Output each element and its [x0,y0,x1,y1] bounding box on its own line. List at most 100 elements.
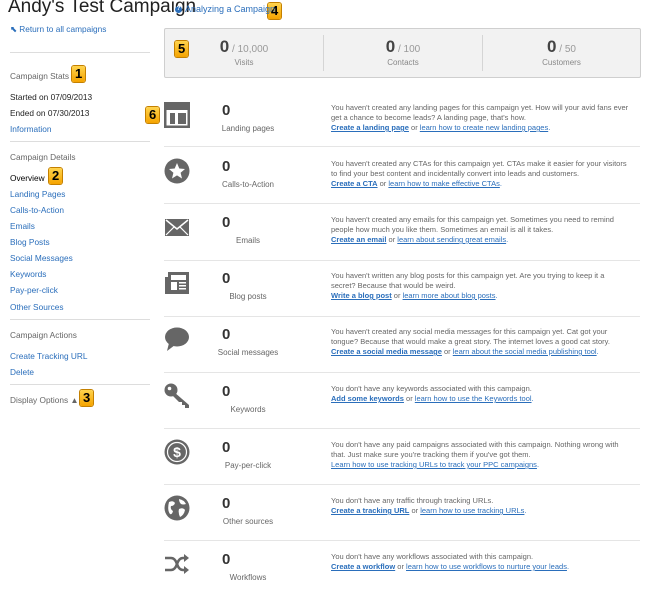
learn-blog-posts-link[interactable]: learn more about blog posts [403,291,496,300]
sidebar-item-other-sources[interactable]: Other Sources [10,302,64,312]
information-link[interactable]: Information [10,124,52,134]
sidebar-divider [10,319,150,320]
asset-label: Blog posts [229,292,267,301]
asset-label: Keywords [230,405,266,414]
asset-row-emails: 0 Emails You haven't created any emails … [164,214,640,270]
period-text: . [524,506,527,515]
or-text: or [377,179,389,188]
stats-header: Campaign Stats [10,71,70,81]
speech-bubble-icon [165,327,189,351]
asset-count: 0 [222,439,231,456]
annotation-badge: 2 [49,168,63,184]
create-social-message-link[interactable]: Create a social media message [331,347,442,356]
create-workflow-link[interactable]: Create a workflow [331,562,395,571]
asset-label: Emails [235,236,260,245]
stat-contacts-label: Contacts [387,58,419,67]
analyzing-campaign-link[interactable]: ? Analyzing a Campaign [175,4,275,14]
sidebar-item-blog-posts[interactable]: Blog Posts [10,237,50,247]
asset-description: You haven't written any blog posts for t… [331,271,631,301]
stat-customers-total: / 50 [559,44,576,55]
learn-tracking-urls-link[interactable]: learn how to use tracking URLs [420,506,524,515]
learn-workflows-link[interactable]: learn how to use workflows to nurture yo… [406,562,567,571]
sidebar-item-overview[interactable]: Overview [10,173,45,183]
learn-emails-link[interactable]: learn about sending great emails [397,235,506,244]
asset-label: Calls-to-Action [221,180,274,189]
actions-header: Campaign Actions [10,330,77,340]
create-email-link[interactable]: Create an email [331,235,386,244]
asset-count: 0 [222,495,231,512]
asset-row-blog-posts: 0 Blog posts You haven't written any blo… [164,270,640,326]
sidebar-item-emails[interactable]: Emails [10,221,35,231]
row-divider [164,540,640,541]
asset-count: 0 [222,102,231,119]
row-divider [164,316,640,317]
ended-date: Ended on 07/30/2013 [10,108,90,118]
asset-row-social-messages: 0 Social messages You haven't created an… [164,326,640,382]
asset-description-text: You haven't created any social media mes… [331,327,610,346]
return-link-label: Return to all campaigns [19,24,107,34]
sidebar-item-social-messages[interactable]: Social Messages [10,253,73,263]
asset-count: 0 [222,214,231,231]
sidebar-item-landing-pages[interactable]: Landing Pages [10,189,65,199]
period-text: . [536,460,540,469]
asset-count: 0 [222,158,231,175]
sidebar-item-keywords[interactable]: Keywords [10,269,46,279]
create-cta-link[interactable]: Create a CTA [331,179,378,188]
display-options-toggle[interactable]: Display Options ▲ [10,395,79,405]
sidebar-item-calls-to-action[interactable]: Calls-to-Action [10,205,64,215]
or-text: or [409,506,421,515]
row-divider [164,203,640,204]
period-text: . [566,562,570,571]
asset-description: You don't have any traffic through track… [331,496,631,516]
help-link-label: Analyzing a Campaign [185,4,276,14]
stat-contacts-value: 0 [385,37,396,56]
stat-customers-label: Customers [542,58,581,67]
stat-contacts: 0 / 100 Contacts [324,29,482,77]
learn-social-publishing-link[interactable]: learn about the social media publishing … [453,347,597,356]
asset-label: Other sources [222,517,274,526]
row-divider [164,372,640,373]
asset-description: You haven't created any CTAs for this ca… [331,159,631,189]
period-text: . [596,347,599,356]
learn-keywords-tool-link[interactable]: learn how to use the Keywords tool [415,394,532,403]
annotation-badge: 1 [72,66,86,82]
globe-icon [164,495,190,521]
back-arrow-icon: ⬉ [10,24,17,34]
asset-count: 0 [222,551,231,568]
asset-label: Social messages [217,348,279,357]
row-divider [164,146,640,147]
sidebar-item-pay-per-click[interactable]: Pay-per-click [10,285,58,295]
asset-description: You don't have any keywords associated w… [331,384,631,404]
page-title: Andy's Test Campaign [8,0,197,17]
learn-ppc-tracking-link[interactable]: Learn how to use tracking URLs to track … [331,460,537,469]
asset-description: You don't have any workflows associated … [331,552,631,572]
key-icon [164,383,189,408]
asset-description: You don't have any paid campaigns associ… [331,440,631,470]
sidebar-divider [10,384,150,385]
learn-ctas-link[interactable]: learn how to make effective CTAs [388,179,499,188]
asset-description-text: You haven't written any blog posts for t… [331,271,605,290]
delete-link[interactable]: Delete [10,367,34,377]
return-link[interactable]: ⬉ Return to all campaigns [10,24,106,34]
asset-description-text: You don't have any keywords associated w… [331,384,532,393]
asset-row-pay-per-click: $ 0 Pay-per-click You don't have any pai… [164,439,640,495]
blog-post-icon [165,272,189,294]
asset-description-text: You don't have any paid campaigns associ… [331,440,619,459]
asset-count: 0 [222,326,231,343]
asset-description: You haven't created any social media mes… [331,327,631,357]
asset-row-workflows: 0 Workflows You don't have any workflows… [164,551,640,607]
create-tracking-url-row-link[interactable]: Create a tracking URL [331,506,409,515]
row-divider [164,428,640,429]
asset-label: Pay-per-click [224,461,272,470]
create-tracking-url-link[interactable]: Create Tracking URL [10,351,87,361]
dollar-coin-icon: $ [164,439,190,465]
learn-landing-pages-link[interactable]: learn how to create new landing pages [420,123,548,132]
create-landing-page-link[interactable]: Create a landing page [331,123,409,132]
write-blog-post-link[interactable]: Write a blog post [331,291,392,300]
asset-description: You haven't created any landing pages fo… [331,103,631,133]
asset-row-other-sources: 0 Other sources You don't have any traff… [164,495,640,551]
asset-label: Landing pages [221,124,275,133]
add-keywords-link[interactable]: Add some keywords [331,394,404,403]
or-text: or [395,562,407,571]
annotation-badge: 3 [80,390,94,406]
